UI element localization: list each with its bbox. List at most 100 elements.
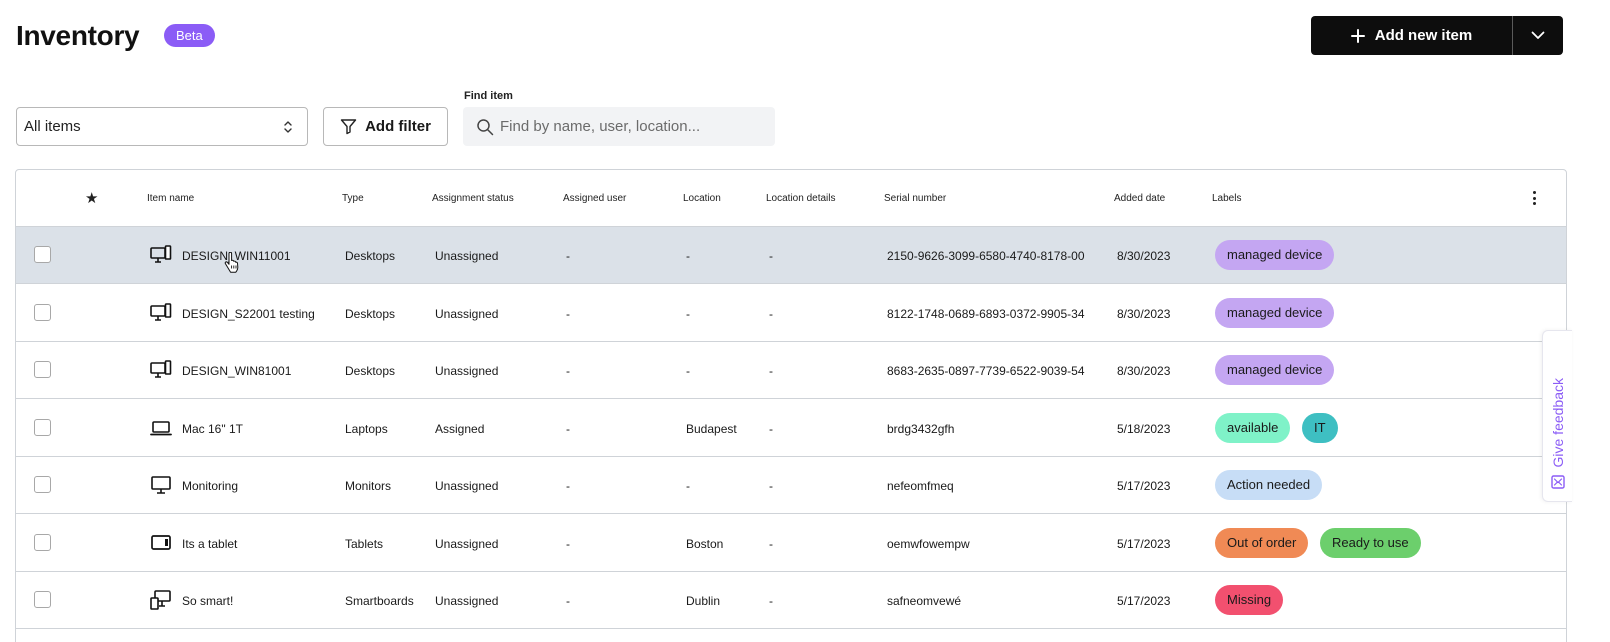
feedback-icon — [1550, 475, 1565, 489]
label-chip[interactable]: managed device — [1215, 355, 1335, 385]
assignment-status: Unassigned — [435, 249, 499, 263]
serial-number: safneomvewé — [887, 594, 962, 608]
assigned-user: - — [566, 594, 570, 608]
add-filter-label: Add filter — [365, 118, 431, 135]
label-chip[interactable]: Out of order — [1215, 527, 1309, 558]
added-date: 8/30/2023 — [1117, 306, 1171, 321]
table-row[interactable]: So smart! Smartboards Unassigned - Dublin - sa… — [16, 572, 1566, 629]
location: - — [686, 364, 690, 378]
assigned-user: - — [566, 421, 570, 436]
assigned-user: - — [566, 536, 570, 551]
location: Budapest — [686, 421, 737, 436]
item-name[interactable]: So smart! — [182, 594, 233, 608]
item-type: Smartboards — [345, 594, 414, 608]
row-checkbox[interactable] — [34, 533, 51, 551]
table-row[interactable]: DESIGN_WIN11001 Desktops Unassigned - - -2150… — [16, 227, 1566, 284]
added-date: 8/30/2023 — [1117, 249, 1171, 263]
monitor-icon — [150, 475, 172, 495]
assigned-user: - — [566, 479, 570, 493]
item-name[interactable]: DESIGN_S22001 testing — [182, 307, 315, 321]
assignment-status: Unassigned — [435, 306, 499, 321]
give-feedback-label: Give feedback — [1549, 377, 1566, 468]
assigned-user: - — [566, 364, 570, 378]
search-box — [463, 107, 775, 146]
add-item-button-group: Add new item — [1311, 16, 1563, 55]
column-header-serial-number[interactable]: Serial number — [884, 193, 946, 204]
row-checkbox[interactable] — [34, 361, 51, 378]
plus-icon — [1350, 28, 1365, 43]
view-select[interactable]: All items — [16, 107, 308, 146]
laptop-icon — [150, 418, 172, 438]
beta-badge: Beta — [164, 24, 215, 47]
add-item-dropdown-button[interactable] — [1513, 16, 1563, 55]
item-type: Desktops — [345, 364, 396, 378]
assignment-status: Unassigned — [435, 536, 499, 551]
star-column-icon[interactable]: ★ — [85, 189, 98, 207]
location: - — [686, 249, 690, 263]
column-header-location-details[interactable]: Location details — [766, 193, 836, 204]
column-header-location[interactable]: Location — [683, 193, 721, 204]
label-chip[interactable]: IT — [1302, 412, 1338, 443]
label-chip[interactable]: managed device — [1215, 240, 1335, 270]
filter-icon — [340, 119, 357, 135]
table-row[interactable]: DESIGN_WIN81001 Desktops Unassigned - - - 8683… — [16, 342, 1566, 399]
view-select-value: All items — [24, 118, 81, 135]
assigned-user: - — [566, 306, 570, 321]
serial-number: 8122-1748-0689-6893-0372-9905-34 — [887, 306, 1085, 321]
label-chip[interactable]: managed device — [1215, 297, 1335, 328]
table-row[interactable]: Its a tablet Tablets Unassigned - Boston - oem… — [16, 515, 1566, 572]
row-checkbox[interactable] — [34, 418, 51, 436]
location: Boston — [686, 536, 724, 551]
added-date: 5/17/2023 — [1117, 594, 1171, 608]
location: - — [686, 479, 690, 493]
location-details: - — [769, 536, 773, 551]
assignment-status: Unassigned — [435, 364, 499, 378]
serial-number: oemwfowempw — [887, 536, 970, 551]
desktop-icon — [150, 245, 172, 265]
add-new-item-label: Add new item — [1374, 27, 1473, 44]
label-chip[interactable]: available — [1215, 412, 1291, 443]
add-new-item-button[interactable]: Add new item — [1311, 16, 1512, 55]
label-chip[interactable]: Ready to use — [1320, 527, 1421, 558]
page-title: Inventory — [16, 20, 140, 51]
updown-chevron-icon — [284, 120, 292, 133]
inventory-table: ★ Item name Type Assignment status Assig… — [15, 169, 1567, 642]
serial-number: 2150-9626-3099-6580-4740-8178-00 — [887, 249, 1085, 263]
item-name[interactable]: Its a tablet — [182, 537, 237, 551]
location-details: - — [769, 306, 773, 321]
location-details: - — [769, 364, 773, 378]
column-header-assigned-user[interactable]: Assigned user — [563, 193, 626, 204]
column-options-kebab-icon[interactable] — [1529, 191, 1539, 205]
label-chip[interactable]: Missing — [1215, 585, 1284, 615]
row-checkbox[interactable] — [34, 303, 51, 321]
item-name[interactable]: Monitoring — [182, 479, 238, 493]
label-chip[interactable]: Action needed — [1215, 470, 1323, 500]
add-filter-button[interactable]: Add filter — [323, 107, 448, 146]
table-row[interactable]: Mac 16" 1T Laptops Assigned - Budapest - brdg3… — [16, 400, 1566, 457]
location-details: - — [769, 479, 773, 493]
location-details: - — [769, 421, 773, 436]
added-date: 5/17/2023 — [1117, 536, 1171, 551]
item-name[interactable]: Mac 16" 1T — [182, 422, 243, 436]
column-header-item-name[interactable]: Item name — [147, 193, 194, 204]
item-name[interactable]: DESIGN_WIN81001 — [182, 364, 291, 378]
column-header-type[interactable]: Type — [342, 193, 364, 204]
give-feedback-tab[interactable]: Give feedback — [1542, 330, 1572, 502]
item-type: Monitors — [345, 479, 392, 493]
row-checkbox[interactable] — [34, 246, 51, 263]
smartboard-icon — [150, 590, 172, 610]
table-row[interactable]: DESIGN_S22001 testing Desktops Unassigned -… — [16, 285, 1566, 342]
tablet-icon — [150, 533, 172, 553]
serial-number: brdg3432gfh — [887, 421, 955, 436]
table-header: ★ Item name Type Assignment status Assig… — [16, 170, 1566, 227]
column-header-assignment-status[interactable]: Assignment status — [432, 193, 514, 204]
assignment-status: Unassigned — [435, 479, 499, 493]
item-type: Desktops — [345, 306, 396, 321]
column-header-labels[interactable]: Labels — [1212, 193, 1241, 204]
table-row[interactable]: Monitoring Monitors Unassigned - - - nefeomfme… — [16, 457, 1566, 514]
search-input[interactable] — [500, 118, 770, 135]
row-checkbox[interactable] — [34, 591, 51, 608]
row-checkbox[interactable] — [34, 476, 51, 493]
assignment-status: Assigned — [435, 421, 485, 436]
column-header-added-date[interactable]: Added date — [1114, 193, 1165, 204]
